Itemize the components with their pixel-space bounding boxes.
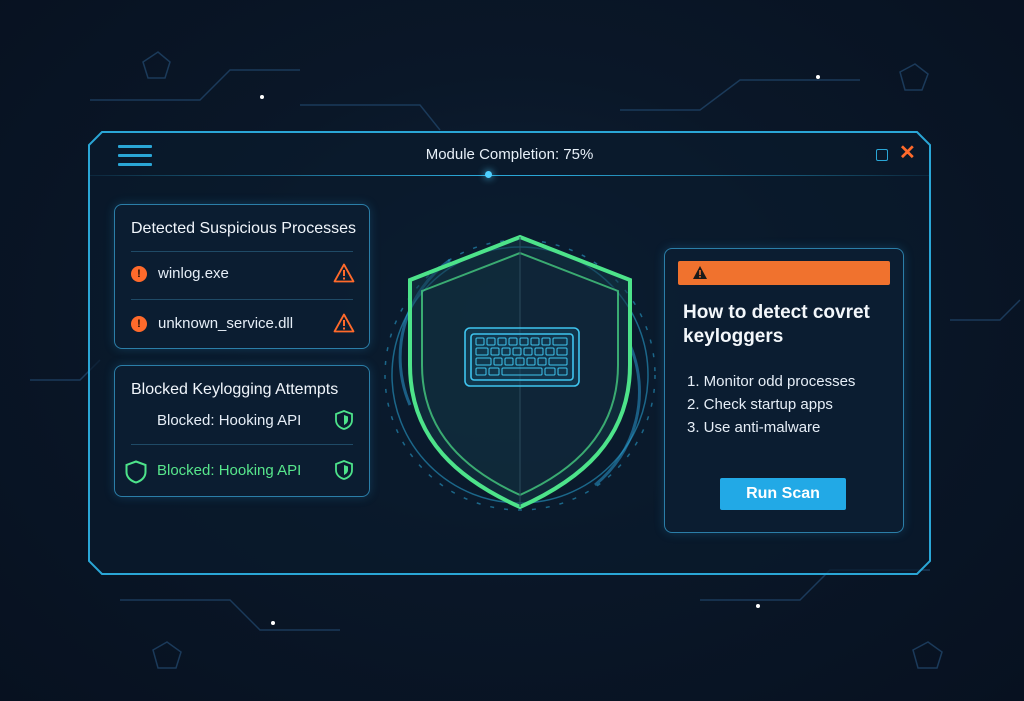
blocked-label: Blocked: Hooking API <box>157 462 302 479</box>
module-window: Module Completion: 75% ✕ Detected Suspic… <box>88 131 931 575</box>
step-item: 1. Monitor odd processes <box>687 373 856 390</box>
shield-keyboard-illustration <box>384 234 656 511</box>
detection-guide-panel: How to detect covret keyloggers 1. Monit… <box>664 248 904 533</box>
process-name: unknown_service.dll <box>158 315 294 332</box>
suspicious-processes-panel: Detected Suspicious Processes ! winlog.e… <box>114 204 370 349</box>
step-item: 2. Check startup apps <box>687 396 833 413</box>
title-divider <box>88 175 931 176</box>
blocked-attempts-panel: Blocked Keylogging Attempts Blocked: Hoo… <box>114 365 370 497</box>
shield-icon <box>125 460 147 484</box>
process-name: winlog.exe <box>158 265 229 282</box>
process-row[interactable]: ! winlog.exe <box>131 251 355 297</box>
divider <box>131 444 353 445</box>
keyboard-icon <box>464 327 580 387</box>
run-scan-button[interactable]: Run Scan <box>720 478 846 510</box>
shield-icon <box>335 410 353 430</box>
warning-triangle-icon[interactable] <box>333 263 355 283</box>
process-row[interactable]: ! unknown_service.dll <box>131 301 355 347</box>
alert-dot-icon: ! <box>131 316 147 332</box>
alert-dot-icon: ! <box>131 266 147 282</box>
steps-list: 1. Monitor odd processes 2. Check startu… <box>687 370 855 439</box>
shield-icon <box>335 460 353 480</box>
progress-indicator <box>484 171 492 178</box>
warning-triangle-icon <box>693 266 707 279</box>
processes-panel-title: Detected Suspicious Processes <box>131 220 356 237</box>
divider <box>131 299 353 300</box>
step-item: 3. Use anti-malware <box>687 419 821 436</box>
alert-banner <box>678 261 890 285</box>
blocked-panel-title: Blocked Keylogging Attempts <box>131 381 339 398</box>
close-icon[interactable]: ✕ <box>899 143 916 163</box>
maximize-icon[interactable] <box>876 149 888 161</box>
guide-title: How to detect covret keyloggers <box>683 302 870 347</box>
module-completion-title: Module Completion: 75% <box>425 146 594 163</box>
warning-triangle-icon[interactable] <box>333 313 355 333</box>
blocked-row[interactable]: Blocked: Hooking API <box>131 398 353 444</box>
title-bar: Module Completion: 75% ✕ <box>88 131 931 177</box>
blocked-label: Blocked: Hooking API <box>157 412 302 429</box>
blocked-row-active[interactable]: Blocked: Hooking API <box>125 448 353 494</box>
